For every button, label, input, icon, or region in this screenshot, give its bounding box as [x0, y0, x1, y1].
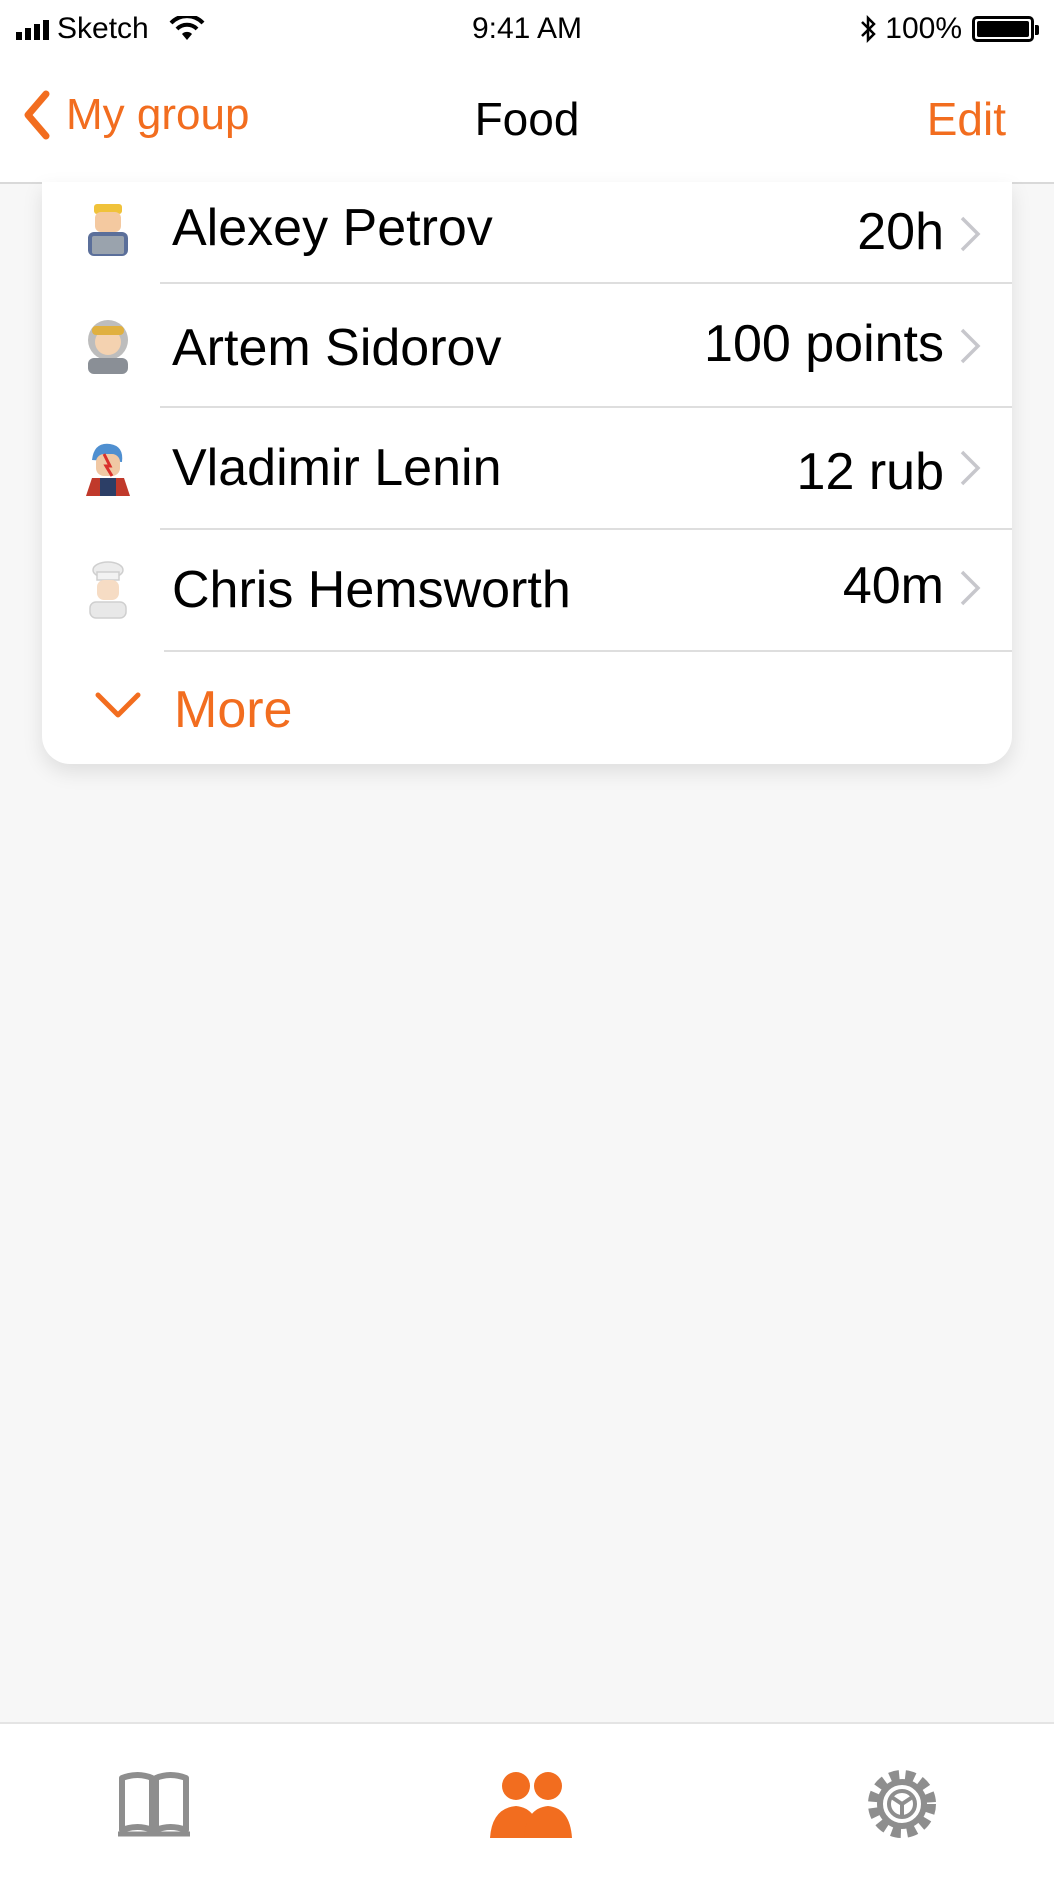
member-value: 100 points	[704, 315, 944, 373]
technologist-avatar-icon	[88, 204, 128, 256]
list-item[interactable]: Vladimir Lenin 12 rub	[42, 408, 1012, 530]
list-item[interactable]: Artem Sidorov 100 points	[42, 284, 1012, 408]
list-item[interactable]: Alexey Petrov 20h	[42, 182, 1012, 284]
tab-bar	[0, 1722, 1054, 1878]
chevron-down-icon	[95, 692, 141, 718]
status-bar: Sketch 9:41 AM 100%	[0, 0, 1054, 58]
battery-icon	[972, 16, 1039, 42]
singer-avatar-icon	[86, 443, 130, 496]
list-item[interactable]: Chris Hemsworth 40m	[42, 530, 1012, 652]
chevron-right-icon	[960, 328, 981, 364]
book-icon[interactable]	[114, 1764, 194, 1844]
member-name: Artem Sidorov	[172, 319, 502, 377]
member-value: 40m	[842, 557, 944, 615]
battery-percent: 100%	[885, 12, 962, 45]
members-card: Alexey Petrov 20h Artem Sidorov 100 poin…	[42, 182, 1012, 764]
more-label: More	[174, 681, 293, 739]
chevron-right-icon	[960, 570, 981, 606]
cook-avatar-icon	[89, 561, 127, 619]
member-name: Chris Hemsworth	[172, 561, 571, 619]
more-button[interactable]: More	[42, 652, 1012, 764]
page-title: Food	[474, 93, 580, 145]
member-name: Vladimir Lenin	[172, 439, 502, 497]
edit-button[interactable]: Edit	[927, 92, 1006, 146]
member-value: 20h	[857, 203, 944, 261]
settings-gear-icon[interactable]	[862, 1764, 942, 1844]
astronaut-avatar-icon	[88, 320, 128, 374]
chevron-right-icon	[960, 216, 981, 252]
member-value: 12 rub	[796, 443, 944, 501]
chevron-right-icon	[960, 450, 981, 486]
group-icon[interactable]	[488, 1764, 574, 1844]
bluetooth-icon	[861, 14, 877, 44]
navigation-bar: My group Food Edit	[0, 58, 1054, 184]
member-name: Alexey Petrov	[172, 199, 493, 257]
